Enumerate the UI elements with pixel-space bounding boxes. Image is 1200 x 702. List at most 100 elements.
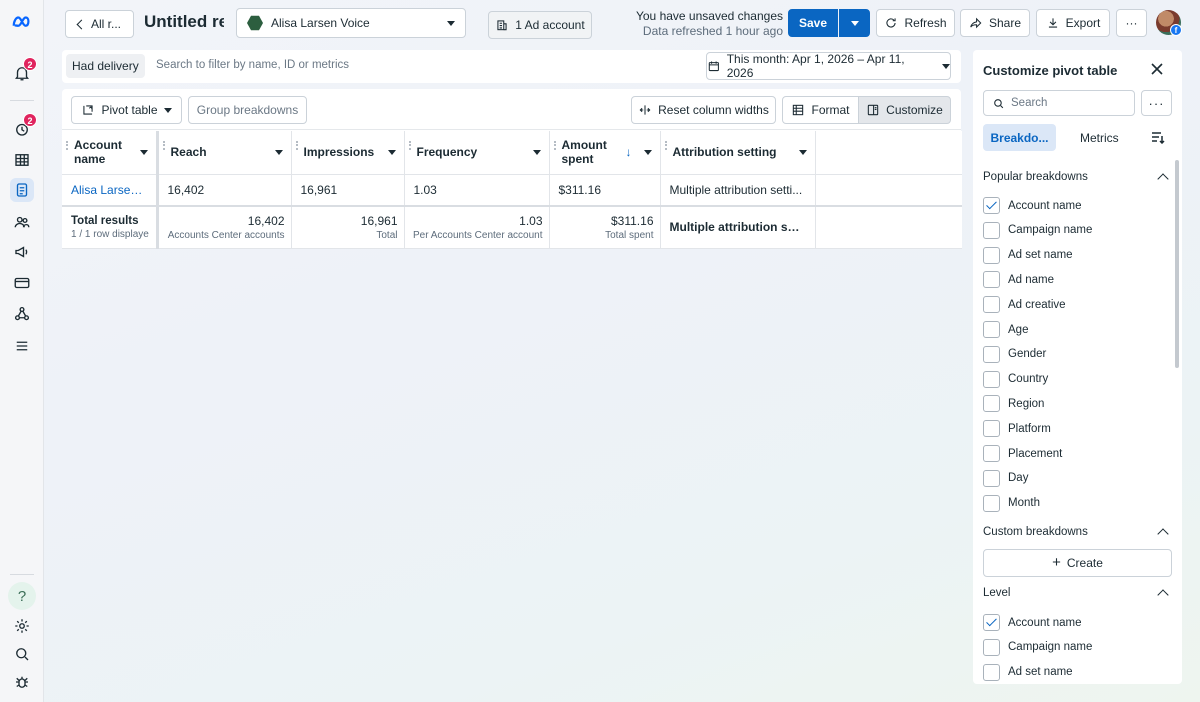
chevron-up-icon[interactable]	[1157, 528, 1169, 540]
menu-icon[interactable]	[10, 334, 34, 358]
list-item[interactable]: Account name	[983, 197, 1082, 214]
drag-handle-icon[interactable]	[408, 141, 411, 150]
panel-more-button[interactable]: ···	[1141, 90, 1172, 116]
data-refreshed-text: Data refreshed 1 hour ago	[642, 24, 783, 38]
checkbox[interactable]	[983, 445, 1000, 462]
column-header-frequency[interactable]: Frequency	[404, 131, 550, 175]
list-item[interactable]: Gender	[983, 345, 1046, 363]
chevron-down-icon[interactable]	[643, 149, 652, 155]
table-grid-icon[interactable]	[10, 148, 34, 172]
had-delivery-filter-chip[interactable]: Had delivery	[66, 54, 145, 78]
checkbox[interactable]	[983, 420, 1000, 438]
chevron-down-icon[interactable]	[532, 149, 541, 155]
checkbox[interactable]	[983, 246, 1000, 264]
save-button[interactable]: Save	[788, 9, 838, 37]
export-button[interactable]: Export	[1036, 9, 1110, 37]
checkbox[interactable]	[983, 197, 1000, 214]
activity-icon[interactable]: 2	[10, 113, 37, 141]
report-title[interactable]: Untitled re	[144, 12, 224, 32]
list-item[interactable]: Ad set name	[983, 246, 1073, 264]
column-header-account-name[interactable]: Account name	[62, 131, 159, 175]
drag-handle-icon[interactable]	[66, 141, 68, 150]
reset-column-widths-button[interactable]: Reset column widths	[631, 96, 776, 124]
search-icon[interactable]	[10, 642, 34, 666]
list-item[interactable]: Account name	[983, 614, 1082, 631]
help-icon[interactable]: ?	[8, 582, 36, 610]
account-name-link[interactable]: Alisa Larsen ...	[71, 183, 149, 197]
checkbox[interactable]	[983, 614, 1000, 631]
group-breakdowns-button[interactable]: Group breakdowns	[188, 96, 307, 124]
checkbox[interactable]	[983, 296, 1000, 314]
account-selector[interactable]: Alisa Larsen Voice	[236, 8, 466, 38]
more-options-button[interactable]: ···	[1116, 9, 1147, 37]
checkbox[interactable]	[983, 494, 1000, 512]
checkbox[interactable]	[983, 663, 1000, 681]
save-options-button[interactable]	[839, 9, 870, 37]
checkbox[interactable]	[983, 395, 1000, 413]
checkbox[interactable]	[983, 271, 1000, 289]
ad-account-button[interactable]: 1 Ad account	[488, 11, 592, 39]
list-item[interactable]: Month	[983, 494, 1040, 512]
list-item[interactable]: Region	[983, 395, 1044, 413]
panel-scrollbar[interactable]	[1175, 160, 1179, 368]
checkbox[interactable]	[983, 370, 1000, 388]
column-header-attribution-setting[interactable]: Attribution setting	[660, 131, 816, 175]
list-item[interactable]: Day	[983, 469, 1028, 487]
pivot-table-dropdown[interactable]: Pivot table	[71, 96, 182, 124]
drag-handle-icon[interactable]	[664, 141, 667, 150]
audiences-icon[interactable]	[10, 210, 34, 234]
column-header-impressions[interactable]: Impressions	[291, 131, 405, 175]
panel-search-input[interactable]: Search	[983, 90, 1135, 116]
billing-card-icon[interactable]	[10, 271, 34, 295]
list-item[interactable]: Campaign name	[983, 221, 1092, 239]
level-heading[interactable]: Level	[983, 587, 1171, 601]
sort-list-icon[interactable]	[1151, 130, 1165, 144]
back-button[interactable]: All r...	[65, 10, 134, 38]
list-item[interactable]: Country	[983, 370, 1048, 388]
list-item[interactable]: Placement	[983, 445, 1062, 462]
refresh-button[interactable]: Refresh	[876, 9, 955, 37]
chevron-up-icon[interactable]	[1157, 173, 1169, 185]
drag-handle-icon[interactable]	[162, 141, 165, 150]
filter-search-input[interactable]: Search to filter by name, ID or metrics	[156, 59, 349, 71]
column-header-amount-spent[interactable]: Amount spent ↓	[549, 131, 661, 175]
reports-icon[interactable]	[10, 178, 34, 202]
notifications-icon[interactable]: 2	[10, 57, 37, 85]
list-item[interactable]: Age	[983, 321, 1028, 338]
customize-button[interactable]: Customize	[858, 96, 951, 124]
drag-handle-icon[interactable]	[553, 141, 556, 150]
list-item[interactable]: Ad creative	[983, 296, 1066, 314]
campaigns-megaphone-icon[interactable]	[10, 240, 34, 264]
checkbox[interactable]	[983, 345, 1000, 363]
drag-handle-icon[interactable]	[295, 141, 298, 150]
settings-gear-icon[interactable]	[10, 614, 34, 638]
bug-report-icon[interactable]	[10, 670, 34, 694]
meta-logo-icon[interactable]	[10, 11, 34, 35]
list-item[interactable]: Platform	[983, 420, 1051, 438]
sort-descending-icon[interactable]: ↓	[626, 145, 632, 159]
list-item[interactable]: Ad set name	[983, 663, 1073, 681]
business-network-icon[interactable]	[10, 302, 34, 326]
checkbox[interactable]	[983, 321, 1000, 338]
chevron-up-icon[interactable]	[1157, 589, 1169, 601]
list-item[interactable]: Campaign name	[983, 638, 1092, 656]
close-icon[interactable]	[1150, 62, 1164, 76]
table-row[interactable]: Alisa Larsen ... 16,402 16,961 1.03 $311…	[62, 174, 962, 207]
custom-breakdowns-heading[interactable]: Custom breakdowns	[983, 526, 1171, 540]
chevron-down-icon[interactable]	[139, 149, 148, 155]
tab-metrics[interactable]: Metrics	[1080, 131, 1119, 145]
tab-breakdowns[interactable]: Breakdo...	[983, 124, 1056, 151]
popular-breakdowns-heading[interactable]: Popular breakdowns	[983, 171, 1171, 185]
column-header-reach[interactable]: Reach	[157, 131, 292, 175]
checkbox[interactable]	[983, 638, 1000, 656]
create-breakdown-button[interactable]: + Create	[983, 549, 1172, 577]
checkbox[interactable]	[983, 469, 1000, 487]
share-button[interactable]: Share	[960, 9, 1030, 37]
chevron-down-icon[interactable]	[274, 149, 283, 155]
date-range-picker[interactable]: This month: Apr 1, 2026 – Apr 11, 2026	[706, 52, 951, 80]
chevron-down-icon[interactable]	[387, 149, 396, 155]
list-item[interactable]: Ad name	[983, 271, 1054, 289]
format-button[interactable]: Format	[782, 96, 859, 124]
chevron-down-icon[interactable]	[798, 149, 807, 155]
checkbox[interactable]	[983, 221, 1000, 239]
